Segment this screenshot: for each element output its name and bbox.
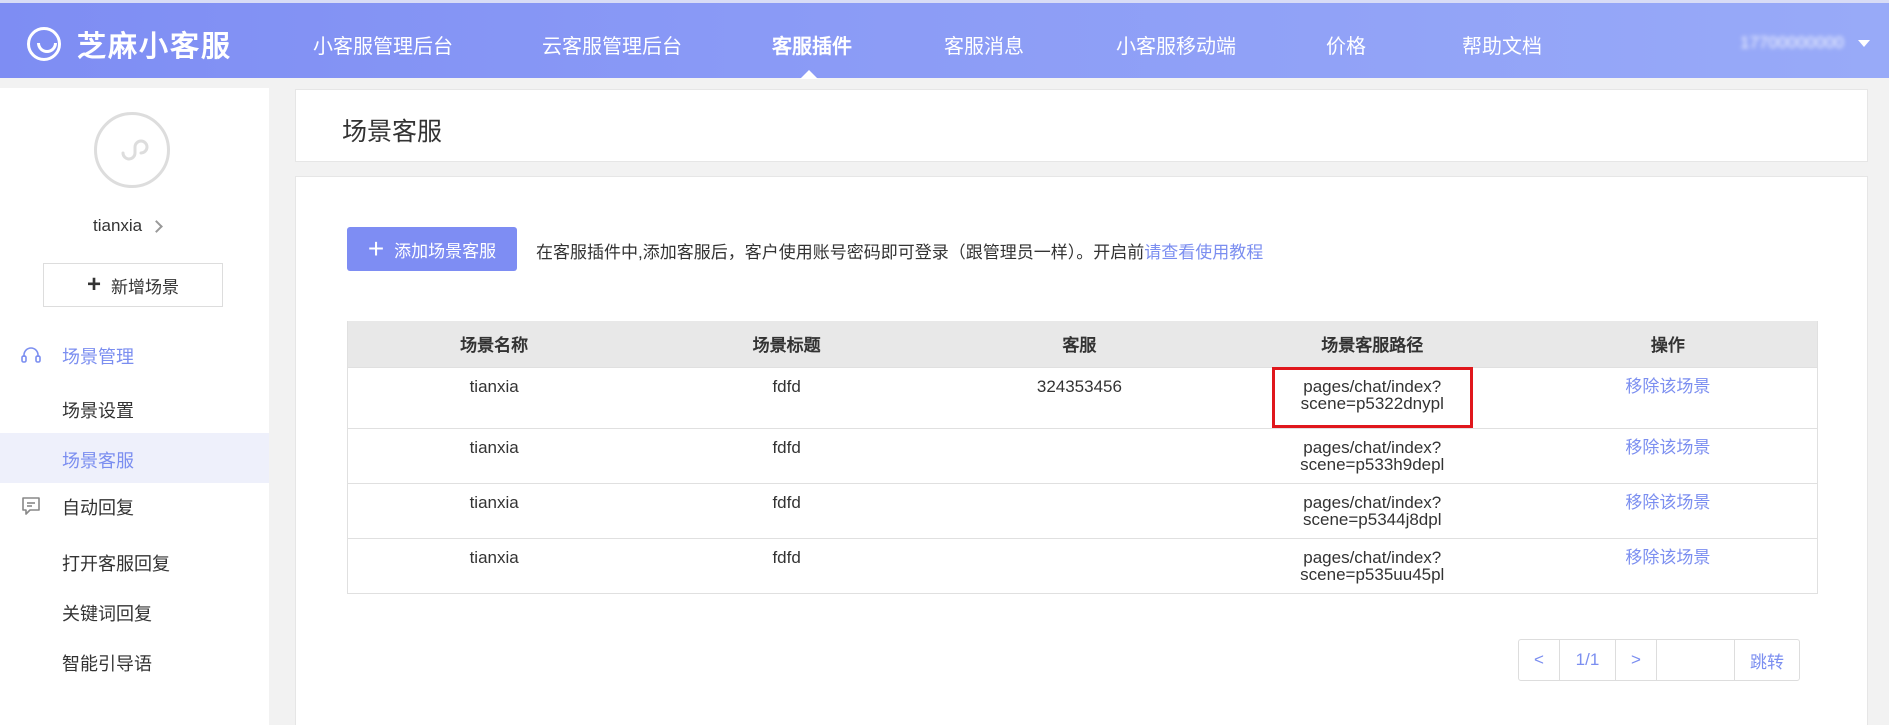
- table-row: tianxia fdfd pages/chat/index? scene=p53…: [347, 482, 1818, 538]
- scene-table: 场景名称 场景标题 客服 场景客服路径 操作 tianxia fdfd 3243…: [347, 321, 1818, 594]
- user-switch[interactable]: tianxia: [93, 216, 164, 236]
- plus-icon: +: [86, 271, 101, 298]
- add-scene-service-label: 添加场景客服: [394, 241, 497, 261]
- remove-scene-link[interactable]: 移除该场景: [1625, 438, 1710, 457]
- hint-message: 在客服插件中,添加客服后，客户使用账号密码即可登录（跟管理员一样）。开启前: [536, 243, 1145, 262]
- cell-agent: 324353456: [933, 366, 1226, 428]
- main-panel: + 添加场景客服 在客服插件中,添加客服后，客户使用账号密码即可登录（跟管理员一…: [295, 176, 1868, 725]
- nav-item-cloud-admin[interactable]: 云客服管理后台: [542, 30, 682, 59]
- mini-program-icon: [121, 139, 149, 161]
- cell-action: 移除该场景: [1518, 427, 1818, 483]
- nav-item-mobile[interactable]: 小客服移动端: [1116, 30, 1236, 59]
- add-scene-service-button[interactable]: + 添加场景客服: [347, 227, 517, 271]
- username-label: tianxia: [93, 216, 143, 235]
- sidebar-item-keyword-reply[interactable]: 关键词回复: [0, 586, 269, 636]
- path-line-2: scene=p535uu45pl: [1300, 564, 1445, 584]
- jump-page-input[interactable]: [1657, 640, 1735, 680]
- cell-path: pages/chat/index? scene=p535uu45pl: [1225, 537, 1519, 594]
- cell-path: pages/chat/index? scene=p533h9depl: [1225, 427, 1519, 483]
- sidebar-item-label: 场景设置: [62, 401, 134, 421]
- smile-logo-icon: [27, 27, 61, 61]
- menu-group-label: 场景管理: [62, 347, 134, 367]
- chevron-right-icon: [150, 219, 164, 233]
- column-header-action: 操作: [1650, 336, 1685, 356]
- sidebar-item-label: 智能引导语: [62, 654, 152, 674]
- nav-item-plugin[interactable]: 客服插件: [772, 30, 852, 59]
- cell-scene-name: tianxia: [347, 537, 641, 594]
- column-header-agent: 客服: [1062, 336, 1097, 356]
- top-navigation-bar: 芝麻小客服 小客服管理后台 云客服管理后台 客服插件 客服消息 小客服移动端 价…: [0, 0, 1889, 79]
- cell-scene-name: tianxia: [347, 366, 641, 428]
- cell-path: pages/chat/index? scene=p5344j8dpl: [1225, 482, 1519, 538]
- path-line-1: pages/chat/index?: [1303, 492, 1442, 512]
- plus-icon: +: [367, 233, 385, 264]
- headset-icon: [21, 347, 41, 363]
- account-dropdown-icon[interactable]: [1858, 40, 1870, 47]
- column-header-title: 场景标题: [752, 336, 821, 356]
- path-line-2: scene=p533h9depl: [1300, 454, 1445, 474]
- hint-text: 在客服插件中,添加客服后，客户使用账号密码即可登录（跟管理员一样）。开启前请查看…: [536, 238, 1263, 263]
- cell-scene-title: fdfd: [640, 482, 934, 538]
- brand-name: 芝麻小客服: [77, 31, 233, 63]
- message-icon: [22, 497, 40, 515]
- cell-agent: [933, 427, 1226, 483]
- sidebar: tianxia + 新增场景 场景管理 场景设置 场景客服 自动回复 打开客服回…: [0, 88, 269, 725]
- path-line-1: pages/chat/index?: [1303, 376, 1442, 396]
- sidebar-item-smart-guide[interactable]: 智能引导语: [0, 636, 269, 686]
- table-header: 场景名称 场景标题 客服 场景客服路径 操作: [347, 321, 1818, 367]
- column-header-name: 场景名称: [460, 336, 529, 356]
- add-scene-label: 新增场景: [111, 277, 179, 297]
- nav-item-admin[interactable]: 小客服管理后台: [313, 30, 453, 59]
- sidebar-item-label: 场景客服: [62, 451, 134, 471]
- tutorial-link[interactable]: 请查看使用教程: [1144, 243, 1263, 262]
- cell-scene-title: fdfd: [640, 366, 934, 428]
- path-line-1: pages/chat/index?: [1303, 437, 1442, 457]
- path-line-2: scene=p5344j8dpl: [1303, 509, 1442, 529]
- avatar: [94, 112, 170, 188]
- pagination: < 1/1 > 跳转: [1518, 639, 1800, 681]
- remove-scene-link[interactable]: 移除该场景: [1625, 493, 1710, 512]
- cell-agent: [933, 537, 1226, 594]
- prev-page-button[interactable]: <: [1519, 640, 1560, 680]
- highlighted-path-box: pages/chat/index? scene=p5322dnypl: [1271, 366, 1473, 428]
- column-header-path: 场景客服路径: [1321, 336, 1424, 356]
- cell-action: 移除该场景: [1518, 482, 1818, 538]
- path-line-2: scene=p5322dnypl: [1300, 393, 1444, 413]
- sidebar-item-label: 关键词回复: [62, 604, 152, 624]
- menu-group-scene-management[interactable]: 场景管理: [0, 330, 269, 378]
- page-indicator: 1/1: [1560, 640, 1616, 680]
- cell-action: 移除该场景: [1518, 366, 1818, 428]
- table-row: tianxia fdfd pages/chat/index? scene=p53…: [347, 537, 1818, 594]
- next-page-button[interactable]: >: [1616, 640, 1657, 680]
- jump-button[interactable]: 跳转: [1735, 640, 1799, 680]
- path-line-1: pages/chat/index?: [1303, 547, 1442, 567]
- menu-group-label: 自动回复: [62, 498, 134, 518]
- sidebar-item-label: 打开客服回复: [62, 554, 170, 574]
- brand-logo[interactable]: 芝麻小客服: [27, 23, 232, 65]
- sidebar-item-open-reply[interactable]: 打开客服回复: [0, 536, 269, 586]
- remove-scene-link[interactable]: 移除该场景: [1625, 377, 1710, 396]
- remove-scene-link[interactable]: 移除该场景: [1625, 548, 1710, 567]
- cell-action: 移除该场景: [1518, 537, 1818, 594]
- cell-path: pages/chat/index? scene=p5322dnypl: [1225, 366, 1519, 428]
- nav-item-docs[interactable]: 帮助文档: [1462, 30, 1542, 59]
- sidebar-item-scene-settings[interactable]: 场景设置: [0, 383, 269, 433]
- cell-scene-name: tianxia: [347, 427, 641, 483]
- table-row: tianxia fdfd pages/chat/index? scene=p53…: [347, 427, 1818, 483]
- cell-agent: [933, 482, 1226, 538]
- active-nav-indicator: [800, 70, 818, 79]
- cell-scene-name: tianxia: [347, 482, 641, 538]
- cell-scene-title: fdfd: [640, 427, 934, 483]
- nav-item-price[interactable]: 价格: [1326, 30, 1366, 59]
- menu-group-auto-reply[interactable]: 自动回复: [0, 481, 269, 529]
- nav-item-messages[interactable]: 客服消息: [944, 30, 1024, 59]
- account-name[interactable]: 17700000000: [1740, 33, 1844, 53]
- page-title-card: 场景客服: [295, 89, 1868, 162]
- page-title: 场景客服: [342, 118, 443, 146]
- sidebar-item-scene-service[interactable]: 场景客服: [0, 433, 269, 483]
- table-row: tianxia fdfd 324353456 pages/chat/index?…: [347, 366, 1818, 428]
- add-scene-button[interactable]: + 新增场景: [43, 263, 223, 307]
- cell-scene-title: fdfd: [640, 537, 934, 594]
